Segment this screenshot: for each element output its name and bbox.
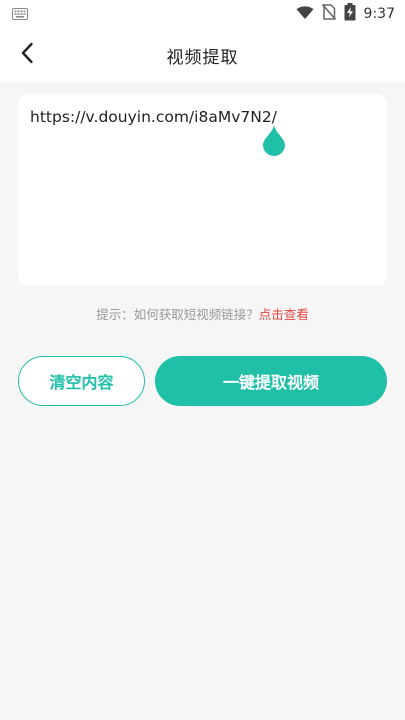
chevron-left-icon — [20, 42, 34, 68]
battery-charging-icon — [344, 3, 356, 25]
extract-video-label: 一键提取视频 — [222, 373, 319, 392]
back-button[interactable] — [10, 38, 44, 72]
extract-video-button[interactable]: 一键提取视频 — [155, 356, 387, 406]
clear-content-label: 清空内容 — [49, 373, 114, 392]
hint-line: 提示：如何获取短视频链接？点击查看 — [0, 304, 405, 323]
keyboard-icon — [12, 5, 28, 24]
link-input-area[interactable]: https://v.douyin.com/i8aMv7N2/ — [18, 94, 387, 286]
hint-text: 提示：如何获取短视频链接？ — [96, 307, 259, 322]
text-cursor-handle-icon[interactable] — [262, 124, 286, 156]
status-bar: 9:37 — [0, 0, 405, 28]
app-header: 视频提取 — [0, 28, 405, 82]
no-sim-icon — [321, 4, 336, 24]
clear-content-button[interactable]: 清空内容 — [18, 356, 145, 406]
link-input-value[interactable]: https://v.douyin.com/i8aMv7N2/ — [30, 108, 375, 126]
view-help-link[interactable]: 点击查看 — [259, 307, 309, 322]
status-time: 9:37 — [363, 6, 395, 22]
page-title: 视频提取 — [166, 47, 239, 68]
wifi-icon — [296, 5, 314, 24]
